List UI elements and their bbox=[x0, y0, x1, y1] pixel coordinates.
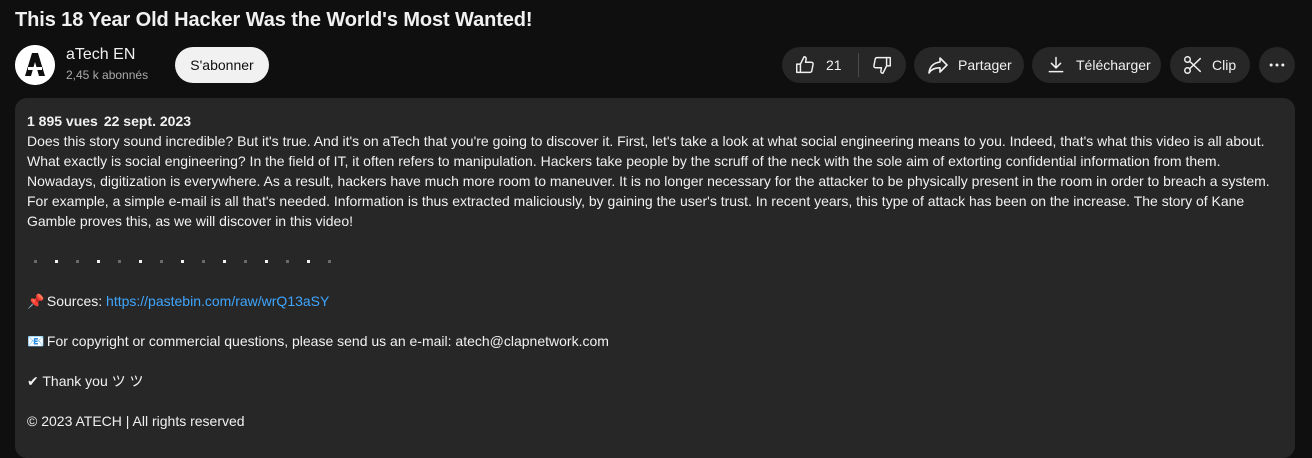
share-arrow-icon bbox=[928, 57, 948, 74]
upload-date: 22 sept. 2023 bbox=[103, 113, 192, 129]
more-horizontal-icon bbox=[1269, 63, 1285, 67]
sources-line: 📌 Sources: https://pastebin.com/raw/wrQ1… bbox=[27, 291, 1279, 311]
contact-line: 📧 For copyright or commercial questions,… bbox=[27, 331, 1279, 351]
sources-label: Sources: bbox=[46, 293, 103, 309]
subscribe-button[interactable]: S'abonner bbox=[175, 47, 269, 83]
clip-label: Clip bbox=[1212, 57, 1237, 73]
pushpin-icon: 📌 bbox=[27, 293, 45, 309]
share-button[interactable]: Partager bbox=[914, 47, 1024, 83]
copyright-line: © 2023 ATECH | All rights reserved bbox=[27, 413, 245, 429]
thumbs-down-icon bbox=[872, 56, 891, 74]
sources-link[interactable]: https://pastebin.com/raw/wrQ13aSY bbox=[106, 293, 329, 309]
email-icon: 📧 bbox=[27, 333, 45, 349]
subscriber-count: 2,45 k abonnés bbox=[66, 68, 149, 82]
download-button[interactable]: Télécharger bbox=[1032, 47, 1161, 83]
share-label: Partager bbox=[958, 57, 1012, 73]
video-meta: 1 895 vues 22 sept. 2023 bbox=[27, 111, 1279, 131]
channel-name[interactable]: aTech EN bbox=[66, 46, 135, 64]
video-title: This 18 Year Old Hacker Was the World's … bbox=[15, 9, 533, 31]
decorative-dots-divider bbox=[27, 251, 1279, 271]
contact-text: For copyright or commercial questions, p… bbox=[46, 333, 609, 349]
atech-logo-icon bbox=[15, 45, 55, 85]
channel-avatar[interactable] bbox=[15, 45, 55, 85]
thumbs-up-icon bbox=[796, 56, 814, 74]
dislike-button[interactable] bbox=[859, 47, 893, 83]
view-count: 1 895 vues bbox=[27, 113, 98, 129]
thanks-line: ✔ Thank you ツ ツ bbox=[27, 373, 144, 389]
download-label: Télécharger bbox=[1076, 57, 1151, 73]
like-dislike-group: 21 bbox=[782, 47, 906, 83]
clip-button[interactable]: Clip bbox=[1170, 47, 1250, 83]
more-actions-button[interactable] bbox=[1259, 47, 1295, 83]
description-body: Does this story sound incredible? But it… bbox=[27, 133, 1270, 229]
download-icon bbox=[1048, 56, 1064, 73]
like-button[interactable]: 21 bbox=[782, 47, 842, 83]
like-count: 21 bbox=[826, 57, 842, 73]
scissors-icon bbox=[1184, 56, 1202, 74]
description-box[interactable]: 1 895 vues 22 sept. 2023 Does this story … bbox=[15, 98, 1295, 458]
